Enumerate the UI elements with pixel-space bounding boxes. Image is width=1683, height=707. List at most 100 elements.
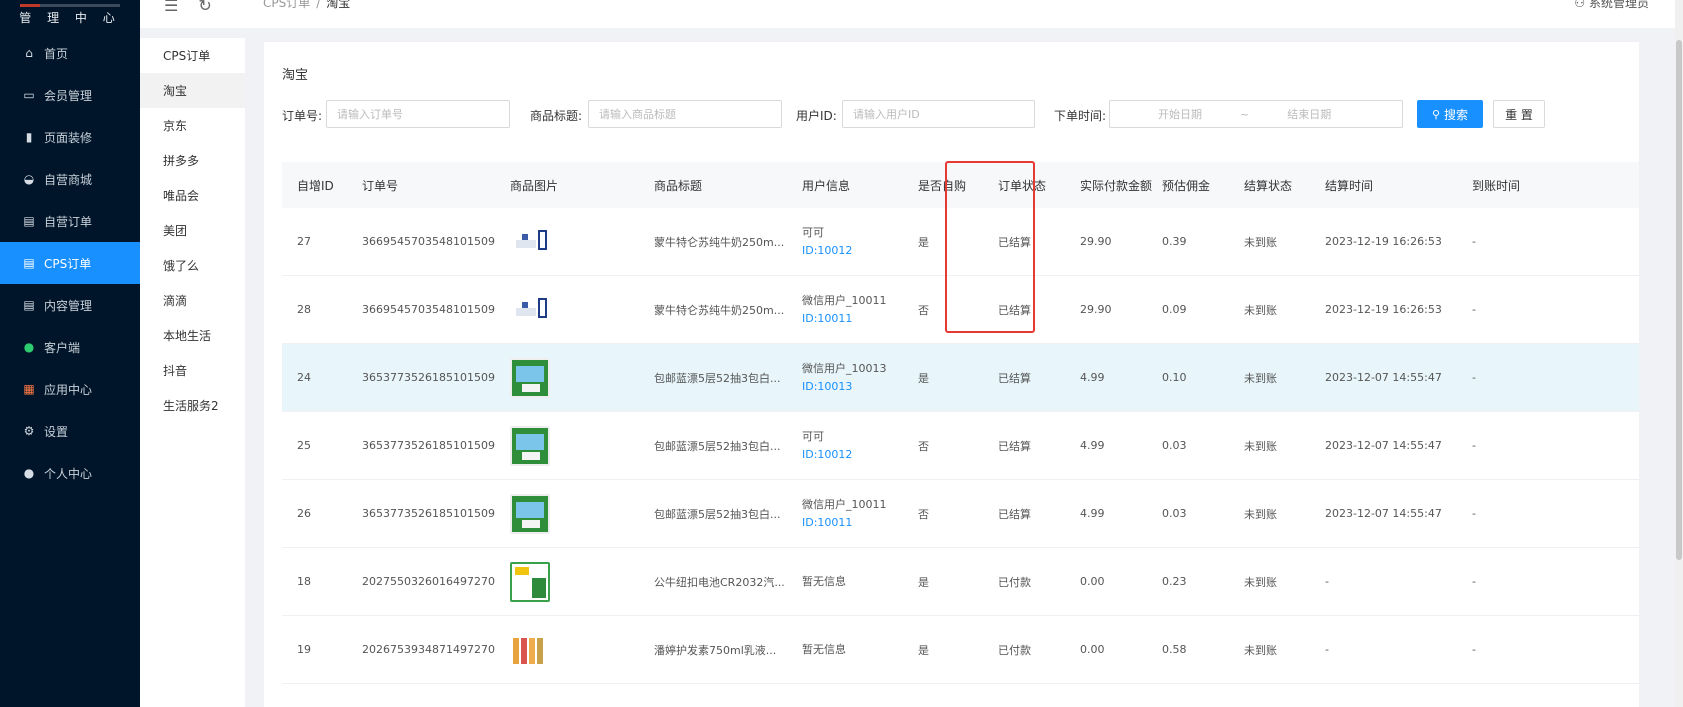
goods-title-input[interactable]: 请输入商品标题 [588,100,782,128]
sidebar-item-1[interactable]: ▭ 会员管理 [0,74,140,116]
cell-title: 公牛纽扣电池CR2032汽... [654,575,785,589]
sidebar-item-8[interactable]: ▦ 应用中心 [0,368,140,410]
cell-self-buy: 否 [918,507,929,521]
subnav-item-0[interactable]: CPS订单 [140,38,245,73]
subnav-item-10[interactable]: 生活服务2 [140,388,245,423]
user-id-link[interactable]: ID:10011 [802,515,887,530]
sidebar-item-4[interactable]: ▤ 自营订单 [0,200,140,242]
user-icon: ● [23,466,35,480]
subnav-item-4[interactable]: 唯品会 [140,178,245,213]
cell-id: 18 [297,575,311,588]
cell-user-info: 可可 ID:10012 [802,429,852,462]
table-row[interactable]: 28 3669545703548101509 蒙牛特仑苏纯牛奶250m... 微信用户… [282,276,1639,344]
cell-self-buy: 是 [918,575,929,589]
cell-settle-status: 未到账 [1244,439,1277,453]
reset-button[interactable]: 重 置 [1493,100,1545,128]
cell-order-status: 已结算 [998,371,1031,385]
cell-settle-status: 未到账 [1244,575,1277,589]
breadcrumb: CPS订单 / 淘宝 [263,0,350,11]
sidebar-item-0[interactable]: ⌂ 首页 [0,32,140,74]
subnav-item-5[interactable]: 美团 [140,213,245,248]
end-date-input[interactable]: 结束日期 [1287,106,1331,122]
product-image[interactable] [510,630,550,670]
admin-menu[interactable]: ⚇ 系统管理员 [1574,0,1649,11]
search-button[interactable]: ⚲ 搜索 [1417,100,1483,128]
table-row[interactable]: 19 2026753934871497270 潘婷护发素750ml乳液... 暂无信息… [282,616,1639,684]
breadcrumb-item-cps[interactable]: CPS订单 [263,0,310,10]
cell-order-no: 3653773526185101509 [362,371,495,384]
product-image[interactable] [510,222,550,262]
cell-commission: 0.23 [1162,575,1187,588]
cell-settle-time: 2023-12-19 16:26:53 [1325,303,1442,316]
sidebar-item-2[interactable]: ▮ 页面装修 [0,116,140,158]
sidebar-item-label: 设置 [44,424,69,439]
sidebar-item-3[interactable]: ◒ 自营商城 [0,158,140,200]
user-id-link[interactable]: ID:10013 [802,379,887,394]
date-range-picker[interactable]: 开始日期 ~ 结束日期 [1109,100,1403,128]
user-id-link[interactable]: ID:10012 [802,447,852,462]
wechat-icon: ● [23,340,35,354]
column-header-4: 用户信息 [802,178,851,193]
order-no-input[interactable]: 请输入订单号 [326,100,510,128]
cell-id: 19 [297,643,311,656]
subnav-item-9[interactable]: 抖音 [140,353,245,388]
cell-settle-status: 未到账 [1244,235,1277,249]
cell-amount: 29.90 [1080,235,1112,248]
cell-settle-status: 未到账 [1244,507,1277,521]
filter-bar: 订单号: 请输入订单号 商品标题: 请输入商品标题 用户ID: 请输入用户ID … [282,100,1622,128]
user-name: 微信用户_10013 [802,362,887,375]
column-header-2: 商品图片 [510,178,559,193]
cell-user-info: 暂无信息 [802,642,846,657]
page-title: 淘宝 [282,68,309,83]
sidebar-item-label: 会员管理 [44,88,93,103]
refresh-icon[interactable]: ↻ [198,0,211,15]
sidebar-item-9[interactable]: ⚙ 设置 [0,410,140,452]
start-date-input[interactable]: 开始日期 [1158,106,1202,122]
subnav-item-2[interactable]: 京东 [140,108,245,143]
admin-name: 系统管理员 [1588,0,1649,10]
main-card: 淘宝 订单号: 请输入订单号 商品标题: 请输入商品标题 用户ID: 请输入用户… [264,42,1639,707]
cell-settle-time: 2023-12-19 16:26:53 [1325,235,1442,248]
sidebar-item-10[interactable]: ● 个人中心 [0,452,140,494]
user-id-link[interactable]: ID:10011 [802,311,887,326]
cell-self-buy: 是 [918,235,929,249]
cell-settle-status: 未到账 [1244,371,1277,385]
scrollbar-thumb[interactable] [1676,40,1682,560]
column-header-10: 结算时间 [1325,178,1374,193]
sidebar-item-7[interactable]: ● 客户端 [0,326,140,368]
subnav-item-7[interactable]: 滴滴 [140,283,245,318]
user-id-link[interactable]: ID:10012 [802,243,852,258]
cell-arrive-time: - [1472,303,1476,316]
table-row[interactable]: 25 3653773526185101509 包邮蓝漂5层52抽3包白... 可可 ID… [282,412,1639,480]
product-image[interactable] [510,290,550,330]
column-header-7: 实际付款金额 [1080,178,1153,193]
user-id-input[interactable]: 请输入用户ID [842,100,1035,128]
sidebar-item-5[interactable]: ▤ CPS订单 [0,242,140,284]
subnav-item-6[interactable]: 饿了么 [140,248,245,283]
user-name: 暂无信息 [802,643,846,656]
table-row[interactable]: 18 2027550326016497270 公牛纽扣电池CR2032汽... 暂无信… [282,548,1639,616]
cell-amount: 4.99 [1080,371,1105,384]
product-image[interactable] [510,426,550,466]
subnav-item-3[interactable]: 拼多多 [140,143,245,178]
orders-table: 自增ID 订单号 商品图片 商品标题 用户信息 是否自购 订单状态 实际付款金额 预估佣金 结算状… [282,162,1639,684]
cell-self-buy: 否 [918,303,929,317]
table-row[interactable]: 26 3653773526185101509 包邮蓝漂5层52抽3包白... 微信用户… [282,480,1639,548]
cell-order-no: 2026753934871497270 [362,643,495,656]
table-row[interactable]: 24 3653773526185101509 包邮蓝漂5层52抽3包白... 微信用户… [282,344,1639,412]
cell-settle-time: - [1325,643,1329,656]
table-row[interactable]: 27 3669545703548101509 蒙牛特仑苏纯牛奶250m... 可可 ID… [282,208,1639,276]
page-scrollbar[interactable] [1675,0,1683,707]
product-image[interactable] [510,494,550,534]
subnav-item-1[interactable]: 淘宝 [140,73,245,108]
product-image[interactable] [510,562,550,602]
sidebar-item-6[interactable]: ▤ 内容管理 [0,284,140,326]
product-image[interactable] [510,358,550,398]
cell-title: 潘婷护发素750ml乳液... [654,643,777,657]
subnav-item-8[interactable]: 本地生活 [140,318,245,353]
cell-self-buy: 是 [918,643,929,657]
bar-chart-icon: ▮ [25,130,33,144]
range-separator: ~ [1240,107,1250,121]
cell-settle-status: 未到账 [1244,643,1277,657]
menu-fold-icon[interactable]: ☰ [164,0,178,15]
